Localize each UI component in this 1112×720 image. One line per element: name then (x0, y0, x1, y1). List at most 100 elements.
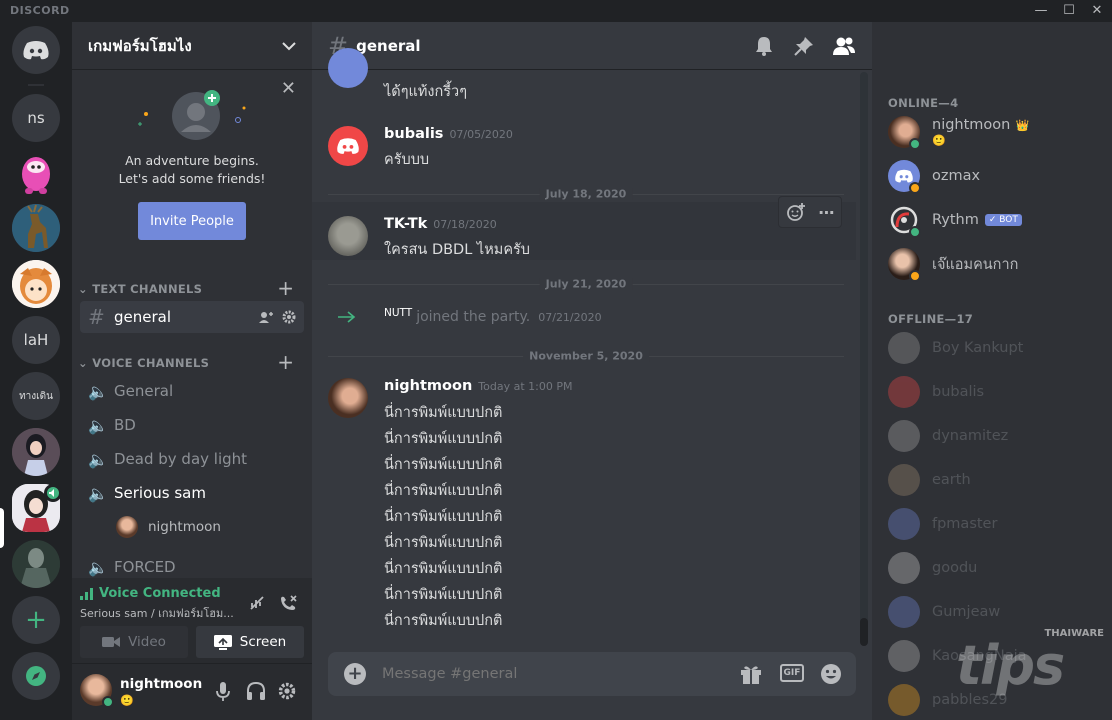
gif-button[interactable]: GIF (780, 664, 804, 682)
notification-bell-icon[interactable] (754, 36, 774, 56)
home-button[interactable] (12, 26, 60, 74)
server-ns-label: ns (27, 109, 45, 127)
attach-button[interactable]: + (344, 663, 366, 685)
member-offline[interactable]: pabbles29 (888, 680, 1108, 720)
member-offline[interactable]: Boy Kankupt (888, 328, 1108, 368)
voice-location[interactable]: Serious sam / เกมฟอร์มโฮม... (80, 604, 234, 622)
add-voice-channel-icon[interactable]: + (277, 350, 294, 374)
server-deer[interactable] (12, 204, 60, 252)
server-cosplay[interactable] (12, 428, 60, 476)
avatar[interactable] (328, 378, 368, 418)
channel-general[interactable]: # general (80, 301, 304, 333)
category-text-channels[interactable]: ⌄ TEXT CHANNELS (78, 282, 202, 296)
voice-status[interactable]: Voice Connected (99, 586, 221, 601)
voice-channel-label: Serious sam (114, 484, 206, 502)
guild-header[interactable]: เกมฟอร์มโฮมไง (72, 22, 312, 70)
join-author[interactable]: NUTT (384, 307, 412, 319)
member-offline[interactable]: earth (888, 460, 1108, 500)
offline-header: OFFLINE—17 (888, 312, 974, 326)
message-input[interactable] (382, 662, 712, 686)
close-icon[interactable]: ✕ (281, 78, 296, 99)
add-reaction-icon[interactable] (786, 202, 806, 222)
server-fallguys[interactable] (12, 148, 60, 196)
maximize-icon[interactable]: ☐ (1056, 2, 1082, 20)
voice-channel-label: General (114, 382, 174, 400)
close-window-icon[interactable]: ✕ (1084, 2, 1110, 20)
guild-name: เกมฟอร์มโฮมไง (88, 36, 192, 55)
voice-channel-dead-by-day-light[interactable]: 🔈 Dead by day light (80, 443, 304, 475)
minimize-icon[interactable]: — (1028, 2, 1054, 20)
member-offline[interactable]: fpmaster (888, 504, 1108, 544)
member-ozmax[interactable]: ozmax (888, 156, 1108, 196)
member-offline[interactable]: Gumjeaw (888, 592, 1108, 632)
deer-avatar-icon (12, 204, 60, 252)
pin-icon[interactable] (794, 36, 814, 56)
member-status-emoji: 🙂 (932, 134, 946, 147)
member-rythm[interactable]: Rythm ✓ BOT (888, 200, 1108, 240)
disconnect-icon[interactable] (278, 593, 298, 613)
gif-label: GIF (783, 668, 801, 678)
user-settings-gear-icon[interactable] (278, 682, 296, 700)
gear-icon[interactable] (282, 310, 296, 324)
scrollbar-track[interactable] (860, 72, 868, 646)
category-voice-label: VOICE CHANNELS (92, 356, 210, 370)
chat-area: # general ได้ๆแท้งกรี้วๆ bubalis 07/05/20… (312, 22, 872, 720)
message-author[interactable]: nightmoon Today at 1:00 PM (384, 378, 572, 394)
member-nightmoon[interactable]: nightmoon 👑 🙂 (888, 112, 1108, 152)
member-jaem[interactable]: เจ๊แอมคนกาก (888, 244, 1108, 284)
user-name: nightmoon (120, 676, 203, 692)
category-voice-channels[interactable]: ⌄ VOICE CHANNELS (78, 356, 209, 370)
voice-channel-bd[interactable]: 🔈 BD (80, 409, 304, 441)
server-anime-girl[interactable] (12, 260, 60, 308)
message-actions: ⋯ (778, 196, 842, 228)
voice-channel-general[interactable]: 🔈 General (80, 375, 304, 407)
speaker-badge-icon (44, 484, 62, 502)
noise-suppression-icon[interactable] (248, 594, 266, 612)
member-offline[interactable]: goodu (888, 548, 1108, 588)
member-name: fpmaster (932, 516, 998, 532)
explore-servers-button[interactable] (12, 652, 60, 700)
server-tangdoen[interactable]: ทางเดิน (12, 372, 60, 420)
member-offline[interactable]: bubalis (888, 372, 1108, 412)
emoji-icon[interactable] (820, 663, 842, 685)
online-header: ONLINE—4 (888, 96, 959, 110)
message-author[interactable]: TK-Tk 07/18/2020 (384, 216, 497, 232)
server-warrior[interactable] (12, 540, 60, 588)
member-offline[interactable]: KaosangNaja (888, 636, 1108, 676)
microphone-icon[interactable] (216, 682, 230, 702)
discord-logo-icon (23, 41, 49, 60)
member-name: dynamitez (932, 428, 1009, 444)
server-ns[interactable]: ns (12, 94, 60, 142)
screen-share-button[interactable]: Screen (196, 626, 304, 658)
avatar (888, 640, 920, 672)
member-list-icon[interactable] (832, 36, 856, 56)
add-server-button[interactable]: + (12, 596, 60, 644)
invite-people-button[interactable]: Invite People (138, 202, 246, 240)
member-offline[interactable]: dynamitez (888, 416, 1108, 456)
idle-status-icon (909, 182, 921, 194)
screen-share-icon (213, 634, 232, 650)
server-lah[interactable]: laH (12, 316, 60, 364)
headphones-icon[interactable] (246, 682, 266, 700)
more-options-icon[interactable]: ⋯ (819, 203, 835, 222)
gift-icon[interactable] (740, 664, 762, 684)
video-button[interactable]: Video (80, 626, 188, 658)
online-status-icon (102, 696, 114, 708)
channel-general-label: general (114, 308, 172, 326)
plus-icon: + (25, 605, 47, 635)
message-author[interactable]: bubalis 07/05/2020 (384, 126, 513, 142)
avatar[interactable] (328, 216, 368, 256)
signal-icon (80, 587, 93, 600)
friends-illustration-icon (138, 90, 246, 140)
title-bar: DISCORD — ☐ ✕ (0, 0, 1112, 22)
create-invite-icon[interactable] (258, 310, 274, 324)
avatar (328, 48, 368, 88)
video-camera-icon (102, 637, 121, 647)
scrollbar-thumb[interactable] (860, 618, 868, 646)
add-text-channel-icon[interactable]: + (277, 276, 294, 300)
avatar[interactable] (328, 126, 368, 166)
member-name: earth (932, 472, 971, 488)
online-status-icon (909, 226, 921, 238)
voice-user-nightmoon[interactable]: nightmoon (116, 514, 221, 540)
voice-channel-serious-sam[interactable]: 🔈 Serious sam (80, 477, 304, 509)
